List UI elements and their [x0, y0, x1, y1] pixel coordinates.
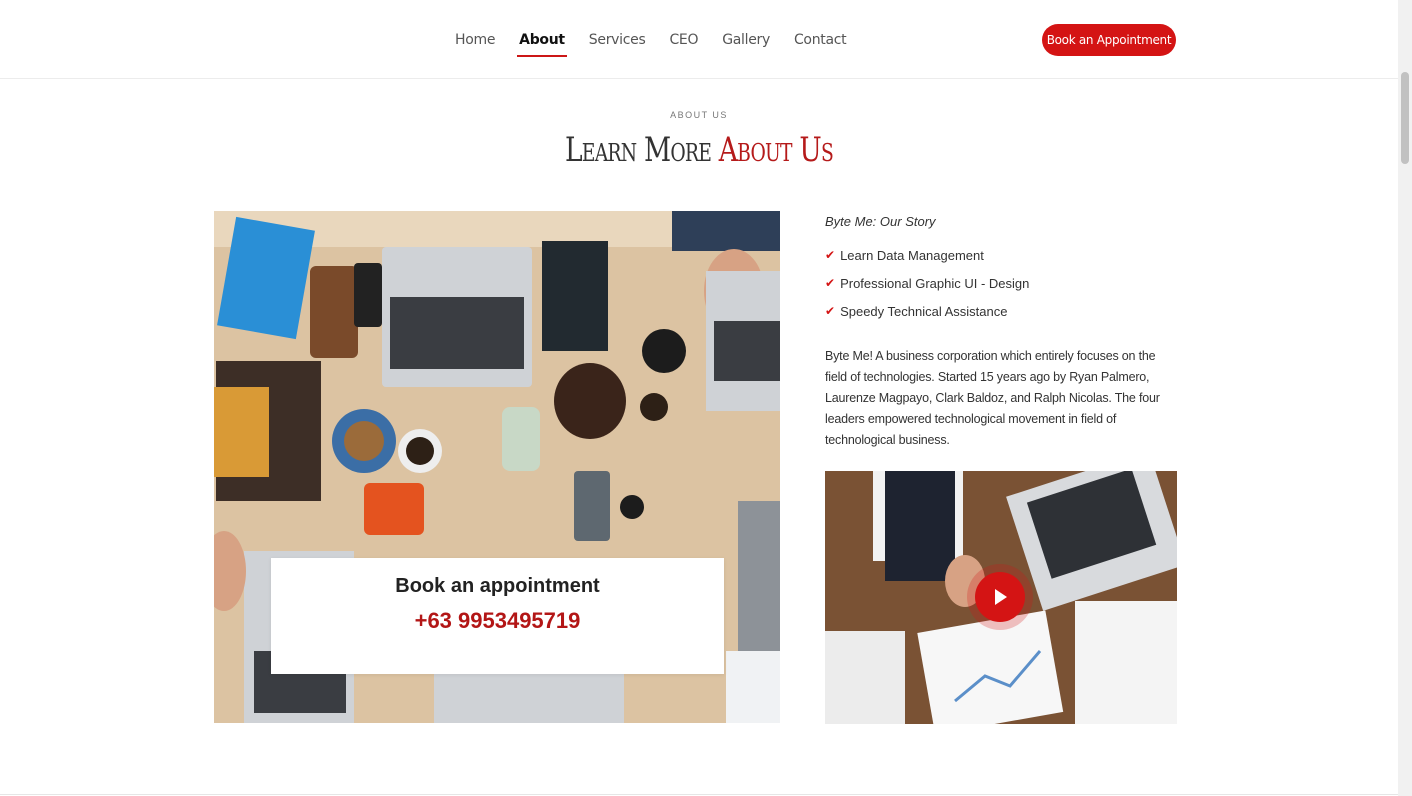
checklist-item: ✔ Professional Graphic UI - Design	[825, 276, 1029, 304]
checklist-item-label: Speedy Technical Assistance	[840, 304, 1008, 319]
checklist-item: ✔ Speedy Technical Assistance	[825, 304, 1029, 332]
feature-checklist: ✔ Learn Data Management ✔ Professional Gra…	[825, 248, 1029, 332]
check-icon: ✔	[825, 276, 836, 290]
checklist-item-label: Learn Data Management	[840, 248, 984, 263]
appointment-card: Book an appointment +63 9953495719	[271, 558, 724, 674]
story-description: Byte Me! A business corporation which en…	[825, 349, 1160, 447]
book-appointment-button[interactable]: Book an Appointment	[1042, 24, 1176, 56]
nav-home[interactable]: Home	[455, 31, 495, 49]
page-scrollbar[interactable]	[1398, 0, 1412, 796]
main-nav: Home About Services CEO Gallery Contact	[455, 31, 870, 57]
checklist-item-label: Professional Graphic UI - Design	[840, 276, 1030, 291]
section-kicker: ABOUT US	[670, 110, 728, 120]
section-title-part2: About Us	[718, 130, 834, 170]
nav-contact[interactable]: Contact	[794, 31, 847, 49]
checklist-item: ✔ Learn Data Management	[825, 248, 1029, 276]
play-video-button[interactable]	[975, 572, 1025, 622]
check-icon: ✔	[825, 304, 836, 318]
section-title: Learn More About Us	[154, 130, 1244, 170]
site-header: Home About Services CEO Gallery Contact …	[0, 0, 1398, 79]
nav-about[interactable]: About	[517, 31, 567, 57]
nav-services[interactable]: Services	[589, 31, 646, 49]
section-divider	[0, 794, 1398, 795]
story-heading: Byte Me: Our Story	[825, 214, 936, 229]
check-icon: ✔	[825, 248, 836, 262]
appointment-phone[interactable]: +63 9953495719	[271, 608, 724, 634]
section-title-part1: Learn More	[564, 130, 719, 170]
nav-ceo[interactable]: CEO	[669, 31, 698, 49]
scrollbar-thumb[interactable]	[1401, 72, 1409, 164]
nav-gallery[interactable]: Gallery	[722, 31, 770, 49]
appointment-title: Book an appointment	[395, 575, 600, 597]
